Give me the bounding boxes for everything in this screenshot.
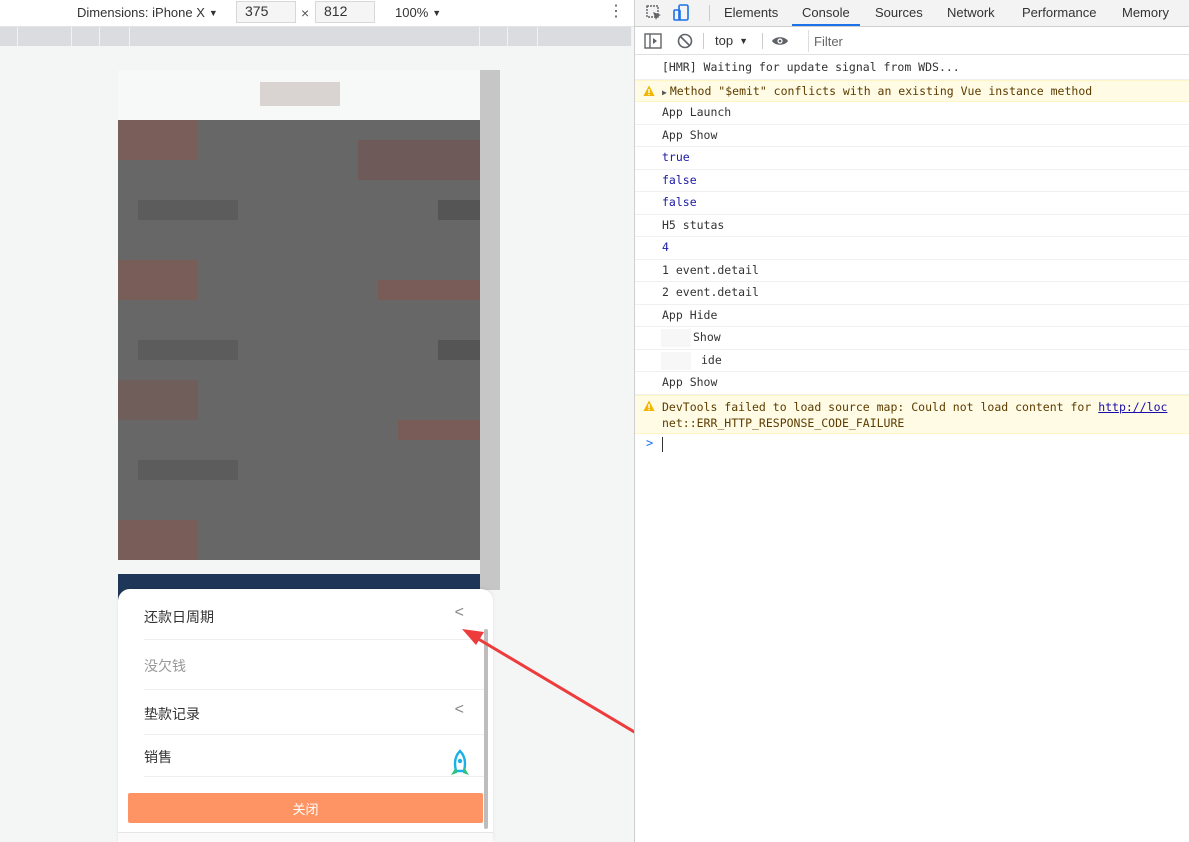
more-options-icon[interactable]: ⋮ xyxy=(608,2,624,22)
console-log: [HMR] Waiting for update signal from WDS… xyxy=(635,57,1189,454)
caret-down-icon: ▼ xyxy=(739,35,748,46)
chevron-left-icon: < xyxy=(454,701,464,718)
console-message: 2 event.detail xyxy=(635,282,1189,305)
device-select[interactable]: Dimensions: iPhone X ▼ xyxy=(77,5,218,20)
sidebar-toggle-icon[interactable] xyxy=(644,32,662,50)
tab-memory[interactable]: Memory xyxy=(1122,0,1169,26)
devtools-panel: Elements Console Sources Network Perform… xyxy=(634,0,1189,842)
device-toolbar-icon[interactable] xyxy=(673,4,691,22)
warning-icon xyxy=(643,85,655,96)
tab-performance[interactable]: Performance xyxy=(1022,0,1096,26)
console-message: false xyxy=(635,192,1189,215)
context-selector[interactable]: top ▼ xyxy=(715,33,748,48)
screenshot-root: Dimensions: iPhone X ▼ 375 × 812 100% ▼ … xyxy=(0,0,1189,842)
warning-text: Method "$emit" conflicts with an existin… xyxy=(669,83,1093,98)
sheet-item-no-debt[interactable]: 没欠钱 xyxy=(144,640,484,690)
prompt-chevron-icon: > xyxy=(646,435,654,450)
console-message: 1 event.detail xyxy=(635,260,1189,282)
bottom-tab-bar xyxy=(118,832,493,842)
console-warning[interactable]: ▶ Method "$emit" conflicts with an existi… xyxy=(635,79,1189,102)
times-separator: × xyxy=(301,5,310,21)
close-button[interactable]: 关闭 xyxy=(128,793,483,823)
console-warning: DevTools failed to load source map: Coul… xyxy=(635,394,1189,434)
caret-down-icon: ▼ xyxy=(432,7,442,18)
console-message: App Show xyxy=(635,372,1189,395)
warning-error-code: net::ERR_HTTP_RESPONSE_CODE_FAILURE xyxy=(662,415,905,430)
console-message-obscured: Show xyxy=(635,327,1189,350)
phone-header xyxy=(118,70,498,120)
console-message-text: Show xyxy=(693,330,721,344)
device-toolbar: Dimensions: iPhone X ▼ 375 × 812 100% ▼ … xyxy=(0,0,634,27)
rocket-icon[interactable] xyxy=(448,749,472,779)
redaction-smudge xyxy=(661,329,691,347)
sheet-item-label: 还款日周期 xyxy=(144,609,214,625)
blurred-page-content xyxy=(118,120,480,560)
page-scrollbar[interactable] xyxy=(480,70,500,590)
device-select-label: Dimensions: iPhone X xyxy=(77,5,205,20)
console-message: App Hide xyxy=(635,305,1189,327)
warning-icon xyxy=(643,400,655,411)
height-input[interactable]: 812 xyxy=(315,1,375,23)
console-message: true xyxy=(635,147,1189,170)
tab-sources[interactable]: Sources xyxy=(875,0,923,26)
chevron-left-icon: < xyxy=(454,604,464,621)
sheet-item-repayment-cycle[interactable]: 还款日周期 < xyxy=(144,604,484,640)
expand-triangle-icon[interactable]: ▶ xyxy=(662,88,667,97)
source-map-link[interactable]: http://loc xyxy=(1098,400,1167,414)
toolbar-divider xyxy=(762,33,763,49)
devtools-tab-bar: Elements Console Sources Network Perform… xyxy=(635,0,1189,27)
sheet-item-sales[interactable]: 销售 xyxy=(144,735,484,777)
blurred-header-content xyxy=(260,82,340,106)
tab-divider xyxy=(709,5,710,21)
filter-input[interactable] xyxy=(808,30,1188,52)
toolbar-divider xyxy=(703,33,704,49)
console-message: false xyxy=(635,170,1189,192)
sheet-scrollbar[interactable] xyxy=(484,629,488,829)
media-query-ruler[interactable] xyxy=(0,27,632,46)
console-prompt[interactable]: > xyxy=(635,434,1189,454)
console-message-text: ide xyxy=(701,352,722,367)
action-sheet: 还款日周期 < 没欠钱 垫款记录 < 销售 关闭 xyxy=(118,589,493,842)
console-message: [HMR] Waiting for update signal from WDS… xyxy=(635,57,1189,80)
sheet-item-label: 销售 xyxy=(144,749,172,765)
console-message-obscured: ide xyxy=(635,350,1189,372)
clear-console-icon[interactable] xyxy=(676,32,694,50)
inspect-element-icon[interactable] xyxy=(645,4,663,22)
zoom-label: 100% xyxy=(395,5,429,20)
tab-console[interactable]: Console xyxy=(792,0,860,26)
console-message: App Launch xyxy=(635,102,1189,125)
caret-down-icon: ▼ xyxy=(208,7,218,18)
console-message: 4 xyxy=(635,237,1189,260)
tab-network[interactable]: Network xyxy=(947,0,995,26)
device-pane: Dimensions: iPhone X ▼ 375 × 812 100% ▼ … xyxy=(0,0,634,842)
width-input[interactable]: 375 xyxy=(236,1,296,23)
sheet-item-label: 没欠钱 xyxy=(144,658,186,674)
console-toolbar: top ▼ xyxy=(635,27,1189,55)
console-message: App Show xyxy=(635,125,1189,147)
sheet-item-label: 垫款记录 xyxy=(144,706,200,722)
text-cursor xyxy=(662,436,663,452)
tab-elements[interactable]: Elements xyxy=(724,0,778,26)
eye-icon[interactable] xyxy=(771,32,789,50)
context-label: top xyxy=(715,33,734,48)
redaction-smudge xyxy=(661,351,691,370)
zoom-select[interactable]: 100% ▼ xyxy=(395,5,441,20)
sheet-item-advance-records[interactable]: 垫款记录 < xyxy=(144,690,484,735)
console-message: H5 stutas xyxy=(635,215,1189,237)
warning-text: DevTools failed to load source map: Coul… xyxy=(662,399,1099,414)
